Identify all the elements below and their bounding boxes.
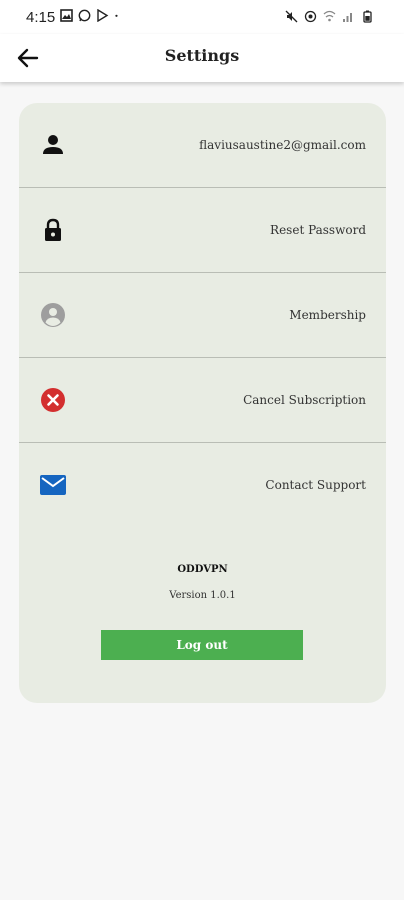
play-store-icon xyxy=(97,9,109,22)
signal-icon xyxy=(343,13,352,22)
account-circle-icon xyxy=(41,303,65,327)
person-icon xyxy=(43,135,63,154)
logout-button[interactable]: Log out xyxy=(101,630,303,660)
settings-item-membership[interactable]: Membership xyxy=(19,273,386,358)
hotspot-icon xyxy=(304,10,317,23)
status-time: 4:15 xyxy=(26,9,56,26)
app-version: Version 1.0.1 xyxy=(169,590,236,601)
settings-item-label: flaviusaustine2@gmail.com xyxy=(199,138,366,152)
settings-item-reset-password[interactable]: Reset Password xyxy=(19,188,386,273)
settings-item-contact-support[interactable]: Contact Support xyxy=(19,443,386,527)
page-title: Settings xyxy=(164,46,240,65)
dot-icon xyxy=(115,14,118,17)
app-name: ODDVPN xyxy=(177,564,228,575)
settings-item-label: Cancel Subscription xyxy=(243,393,366,407)
lock-icon xyxy=(45,218,61,241)
mute-icon xyxy=(285,10,298,23)
wifi-icon xyxy=(323,10,336,22)
battery-icon xyxy=(363,10,372,23)
app-bar: Settings xyxy=(0,34,404,82)
whatsapp-icon xyxy=(78,9,91,22)
settings-item-cancel-subscription[interactable]: Cancel Subscription xyxy=(19,358,386,443)
settings-item-label: Contact Support xyxy=(265,478,366,492)
status-right-icons xyxy=(285,10,374,23)
settings-card: flaviusaustine2@gmail.com Reset Password… xyxy=(19,103,386,703)
settings-item-label: Reset Password xyxy=(270,223,366,237)
gallery-icon xyxy=(60,9,73,22)
settings-item-email[interactable]: flaviusaustine2@gmail.com xyxy=(19,103,386,188)
status-bar: 4:15 xyxy=(0,0,404,34)
settings-item-label: Membership xyxy=(289,308,366,322)
cancel-icon xyxy=(41,388,65,412)
status-left-icons xyxy=(60,9,122,22)
mail-icon xyxy=(40,475,66,495)
